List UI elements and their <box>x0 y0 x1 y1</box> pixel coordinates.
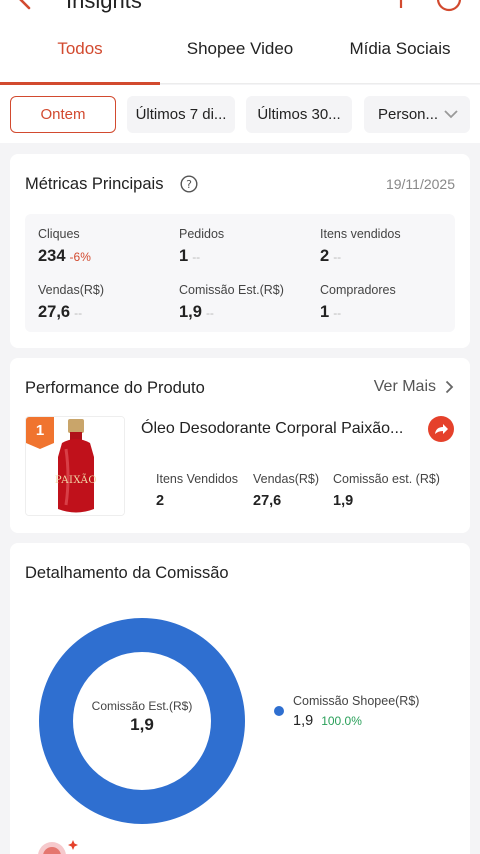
product-stat-vendas: Vendas(R$) 27,6 <box>253 472 319 509</box>
metric-change: -- <box>333 306 342 320</box>
back-arrow-icon[interactable] <box>12 0 38 12</box>
metric-comissao-est: Comissão Est.(R$) 1,9 -- <box>179 283 284 322</box>
product-image[interactable]: PAIXÃO 1 <box>25 416 125 516</box>
legend-percent: 100.0% <box>321 714 362 728</box>
tab-label: Todos <box>57 39 103 58</box>
filter-label: Últimos 30... <box>257 106 341 123</box>
metric-change: -- <box>192 250 201 264</box>
metric-value: 1 <box>179 247 189 265</box>
svg-text:?: ? <box>186 178 192 191</box>
chevron-right-icon <box>445 380 454 394</box>
see-more-label: Ver Mais <box>373 378 436 395</box>
metric-vendas: Vendas(R$) 27,6 -- <box>38 283 104 322</box>
legend-value: 1,9 <box>293 713 314 729</box>
tab-todos[interactable]: Todos <box>0 14 160 85</box>
metric-label: Itens vendidos <box>320 227 401 241</box>
legend-value-row: 1,9 100.0% <box>293 713 362 729</box>
metric-label: Compradores <box>320 283 396 297</box>
top-bar: Insights <box>0 0 480 14</box>
metric-change: -- <box>74 306 83 320</box>
key-metrics-card: Métricas Principais ? 19/11/2025 Cliques… <box>10 154 470 348</box>
filter-label: Últimos 7 di... <box>135 106 227 123</box>
filter-ultimos-7-dias[interactable]: Últimos 7 di... <box>127 96 235 133</box>
metric-value: 2 <box>320 247 330 265</box>
metric-value: 1 <box>320 303 330 321</box>
product-stat-value: 1,9 <box>333 493 354 509</box>
chevron-down-icon <box>444 110 458 119</box>
product-stat-label: Comissão est. (R$) <box>333 472 440 486</box>
info-icon[interactable]: ? <box>180 175 198 193</box>
rank-number: 1 <box>35 422 45 439</box>
page-title: Insights <box>66 0 142 13</box>
donut-center-value: 1,9 <box>130 715 154 734</box>
product-performance-title: Performance do Produto <box>25 379 205 397</box>
product-stat-label: Itens Vendidos <box>156 472 239 486</box>
help-icon[interactable] <box>436 0 462 12</box>
metric-label: Vendas(R$) <box>38 283 105 297</box>
filter-ontem[interactable]: Ontem <box>10 96 116 133</box>
metric-label: Comissão Est.(R$) <box>179 283 284 297</box>
key-metrics-title: Métricas Principais <box>25 175 164 193</box>
floating-assistant-icon[interactable] <box>34 838 84 854</box>
product-performance-card: Performance do Produto Ver Mais PAIXÃO 1… <box>10 358 470 533</box>
donut-center-label: Comissão Est.(R$) <box>91 699 193 713</box>
metric-value: 27,6 <box>38 303 71 321</box>
tab-midia-sociais[interactable]: Mídia Sociais <box>320 14 480 84</box>
commission-title: Detalhamento da Comissão <box>25 564 229 582</box>
filter-label: Person... <box>378 106 439 123</box>
product-stat-label: Vendas(R$) <box>253 472 320 486</box>
share-icon[interactable] <box>390 0 412 10</box>
product-image-label: PAIXÃO <box>54 475 98 486</box>
metric-cliques: Cliques 234 -6% <box>38 227 91 266</box>
legend-label: Comissão Shopee(R$) <box>293 694 420 708</box>
see-more-link[interactable]: Ver Mais <box>374 378 454 396</box>
metric-label: Pedidos <box>179 227 225 241</box>
tab-shopee-video[interactable]: Shopee Video <box>160 14 320 84</box>
tab-bar: Todos Shopee Video Mídia Sociais <box>0 14 480 85</box>
product-stat-itens: Itens Vendidos 2 <box>156 472 238 509</box>
share-forward-icon[interactable] <box>428 416 454 442</box>
metric-change: -- <box>333 250 342 264</box>
metric-itens-vendidos: Itens vendidos 2 -- <box>320 227 401 266</box>
metric-value: 1,9 <box>179 303 202 321</box>
metric-change: -6% <box>69 250 91 264</box>
legend-color-dot <box>274 706 284 716</box>
filter-label: Ontem <box>40 106 86 123</box>
product-stat-comissao: Comissão est. (R$) 1,9 <box>333 472 440 509</box>
filter-ultimos-30-dias[interactable]: Últimos 30... <box>246 96 352 133</box>
metric-value: 234 <box>38 247 66 265</box>
metrics-grid: Cliques 234 -6% Pedidos 1 -- Itens vendido… <box>25 214 455 332</box>
tab-label: Mídia Sociais <box>349 39 451 58</box>
product-name[interactable]: Óleo Desodorante Corporal Paixão... <box>141 420 403 438</box>
product-stat-value: 2 <box>156 493 165 509</box>
metrics-date: 19/11/2025 <box>385 176 455 192</box>
metric-compradores: Compradores 1 -- <box>320 283 396 322</box>
metric-label: Cliques <box>38 227 80 241</box>
product-stat-value: 27,6 <box>253 493 282 509</box>
metric-pedidos: Pedidos 1 -- <box>179 227 224 266</box>
commission-breakdown-card: Detalhamento da Comissão Comissão Est.(R… <box>10 543 470 854</box>
filter-personalizado[interactable]: Person... <box>364 96 470 133</box>
date-filter-bar: Ontem Últimos 7 di... Últimos 30... Pers… <box>0 85 480 143</box>
tab-label: Shopee Video <box>186 39 294 58</box>
metric-change: -- <box>205 306 214 320</box>
